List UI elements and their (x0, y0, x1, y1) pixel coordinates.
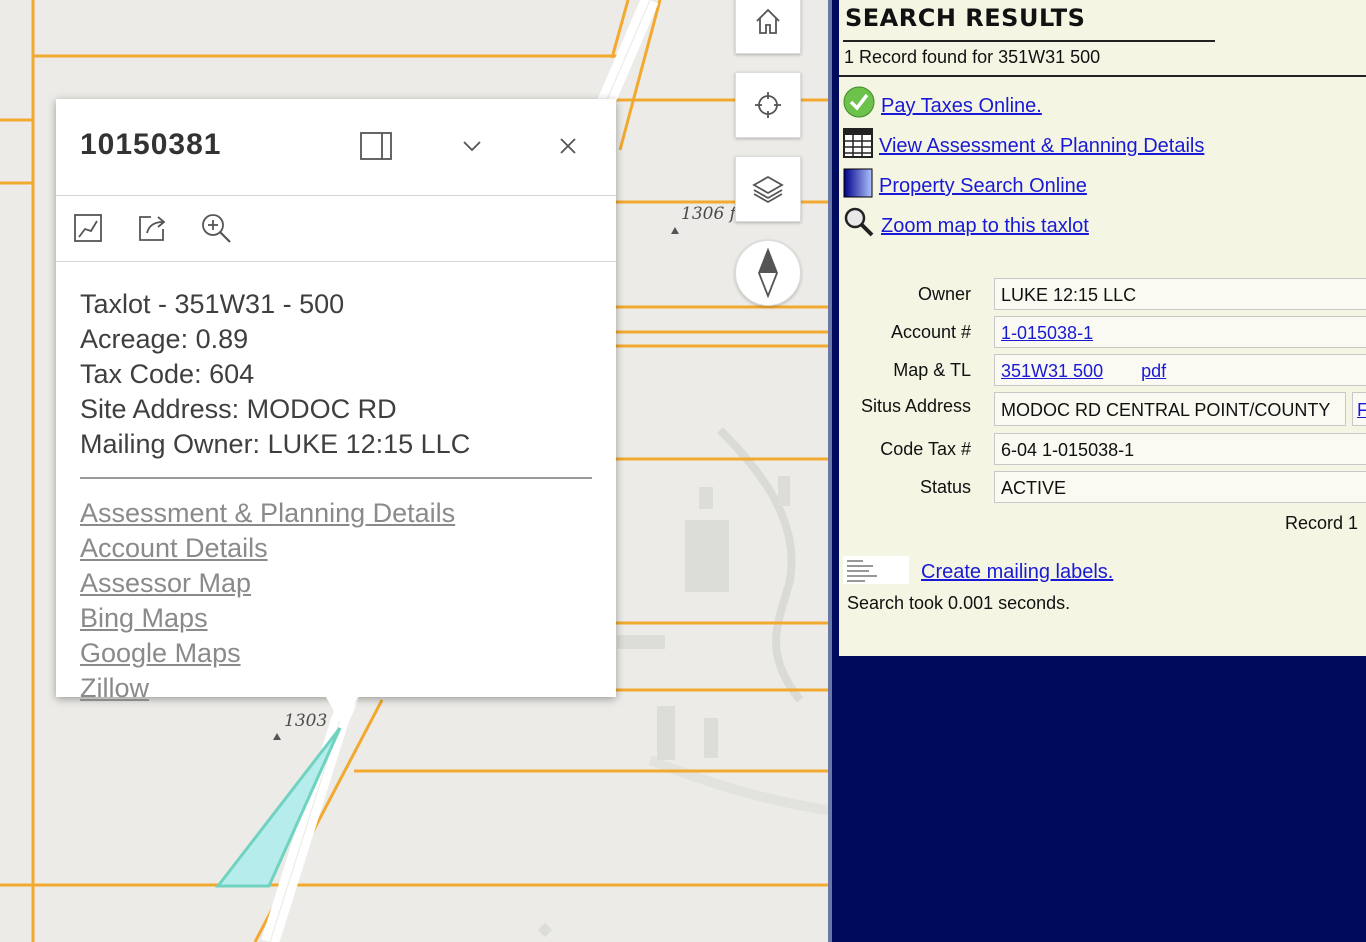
record-indicator: Record 1 (1284, 513, 1358, 533)
pay-taxes-link[interactable]: Pay Taxes Online. (881, 95, 1042, 118)
create-mailing-labels-link[interactable]: Create mailing labels. (921, 561, 1113, 584)
popup-header: 10150381 (56, 99, 616, 196)
view-assessment-link[interactable]: View Assessment & Planning Details (879, 135, 1204, 158)
dock-button[interactable] (359, 129, 393, 163)
home-icon (756, 8, 780, 34)
close-button[interactable] (551, 129, 585, 163)
zoom-taxlot-link[interactable]: Zoom map to this taxlot (881, 215, 1089, 238)
zoom-taxlot-row: Zoom map to this taxlot (843, 204, 1089, 238)
codetax-label: Code Tax # (880, 439, 971, 459)
results-count: 1 Record found for 351W31 500 (844, 47, 1101, 67)
maptl-link[interactable]: 351W31 500 (1001, 361, 1103, 381)
situs-value: MODOC RD CENTRAL POINT/COUNTY (994, 392, 1346, 426)
elevation-label-1303: 1303 (284, 711, 328, 731)
checkmark-icon (843, 86, 875, 118)
assessment-planning-link[interactable]: Assessment & Planning Details (80, 496, 592, 531)
taxlot-text: Taxlot - 351W31 - 500 (80, 289, 345, 319)
account-field: 1-015038-1 (994, 316, 1366, 348)
count-rule (839, 75, 1366, 77)
table-icon (843, 128, 873, 158)
chevron-down-icon (463, 141, 481, 152)
tax-code-text: Tax Code: 604 (80, 359, 255, 389)
share-icon (139, 216, 166, 241)
search-results-panel: SEARCH RESULTS 1 Record found for 351W31… (839, 0, 1366, 656)
dock-panel-icon (360, 132, 392, 160)
codetax-value: 6-04 1-015038-1 (994, 433, 1366, 465)
property-search-row: Property Search Online (843, 164, 1087, 198)
situs-extra-link[interactable]: F (1357, 400, 1366, 420)
bing-maps-link[interactable]: Bing Maps (80, 601, 592, 636)
google-maps-link[interactable]: Google Maps (80, 636, 592, 671)
crosshair-icon (755, 92, 781, 118)
popup-content: Taxlot - 351W31 - 500 Acreage: 0.89 Tax … (80, 287, 592, 706)
status-value: ACTIVE (994, 471, 1366, 503)
zoom-in-button[interactable] (200, 212, 232, 244)
account-link[interactable]: 1-015038-1 (1001, 323, 1093, 343)
layers-button[interactable] (735, 156, 801, 222)
account-label: Account # (890, 322, 971, 342)
magnifier-icon (844, 207, 874, 237)
zoom-in-icon (202, 214, 231, 243)
assessor-map-link[interactable]: Assessor Map (80, 566, 592, 601)
share-button[interactable] (136, 212, 168, 244)
mailing-label-thumbnail-icon (843, 556, 909, 584)
popup-title: 10150381 (80, 128, 222, 161)
zillow-link[interactable]: Zillow (80, 671, 592, 706)
acreage-text: Acreage: 0.89 (80, 324, 249, 354)
maptl-field: 351W31 500 pdf (994, 354, 1366, 386)
compass-button[interactable] (735, 240, 801, 306)
pay-taxes-row: Pay Taxes Online. (843, 84, 1042, 118)
owner-label: Owner (917, 284, 971, 304)
account-details-link[interactable]: Account Details (80, 531, 592, 566)
elevation-label-1306: 1306 ft (681, 204, 743, 224)
popup-divider (80, 477, 592, 479)
owner-value: LUKE 12:15 LLC (994, 278, 1366, 310)
summit-marker-icon (671, 227, 679, 234)
situs-label: Situs Address (860, 396, 971, 416)
results-title: SEARCH RESULTS (845, 4, 1086, 32)
gradient-square-icon (843, 168, 873, 198)
assessment-details-row: View Assessment & Planning Details (843, 124, 1204, 158)
home-button[interactable] (735, 0, 801, 54)
title-rule (843, 40, 1215, 42)
zoom-extent-icon (74, 214, 102, 242)
layers-icon (752, 175, 784, 204)
locate-button[interactable] (735, 72, 801, 138)
property-search-link[interactable]: Property Search Online (879, 175, 1087, 198)
close-icon (560, 138, 576, 154)
site-address-text: Site Address: MODOC RD (80, 394, 397, 424)
summit-marker-icon (273, 733, 281, 740)
maptl-label: Map & TL (893, 360, 971, 380)
search-time-text: Search took 0.001 seconds. (847, 593, 1071, 613)
situs-extra-field: F (1352, 392, 1366, 426)
pdf-link[interactable]: pdf (1141, 361, 1166, 381)
popup-toolbar (56, 196, 616, 262)
mailing-labels-row: Create mailing labels. (843, 550, 1113, 584)
zoom-to-feature-button[interactable] (72, 212, 104, 244)
collapse-button[interactable] (455, 129, 489, 163)
mailing-owner-text: Mailing Owner: LUKE 12:15 LLC (80, 429, 471, 459)
status-label: Status (919, 477, 971, 497)
compass-icon (758, 248, 778, 298)
feature-popup: 10150381 Taxlot - 351W31 - 500 Acreage: … (56, 99, 616, 725)
